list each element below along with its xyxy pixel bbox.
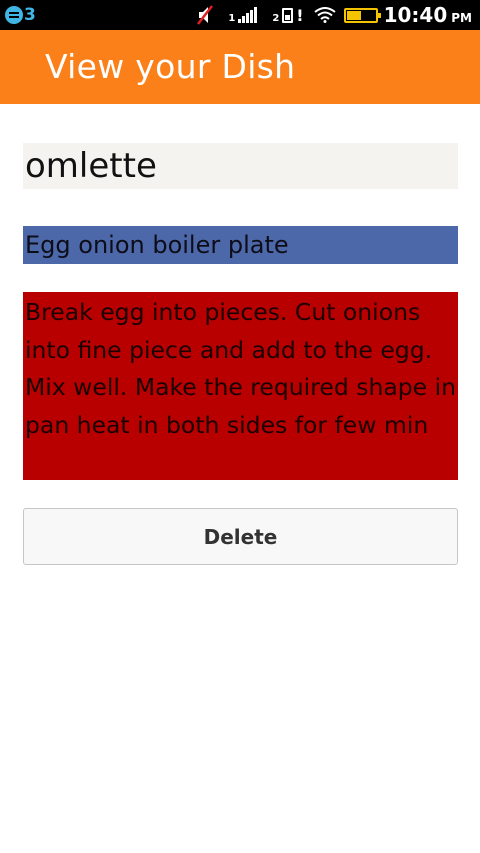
mute-icon bbox=[197, 5, 214, 25]
status-bar: 3 1 2 ! 10:40 PM bbox=[0, 0, 480, 30]
signal-icon bbox=[238, 7, 258, 23]
dish-name-field[interactable]: omlette bbox=[23, 143, 458, 189]
delete-button[interactable]: Delete bbox=[23, 508, 458, 565]
notification-indicator[interactable]: 3 bbox=[5, 5, 36, 25]
sim1-label: 1 bbox=[228, 12, 236, 24]
notification-icon bbox=[5, 6, 23, 24]
dish-ingredients-field[interactable]: Egg onion boiler plate bbox=[23, 226, 458, 264]
sim2-label: 2 bbox=[272, 12, 280, 24]
page-title: View your Dish bbox=[45, 47, 296, 86]
clock: 10:40 bbox=[383, 3, 448, 27]
clock-ampm: PM bbox=[451, 10, 472, 25]
notification-count: 3 bbox=[24, 5, 36, 25]
status-icons: 1 2 ! 10:40 PM bbox=[196, 0, 472, 30]
battery-icon bbox=[343, 7, 381, 23]
wifi-icon bbox=[313, 7, 336, 23]
sim-alert: ! bbox=[296, 5, 304, 25]
dish-instructions-field[interactable]: Break egg into pieces. Cut onions into f… bbox=[23, 292, 458, 480]
sim-icon bbox=[282, 7, 294, 23]
app-header: View your Dish bbox=[0, 30, 480, 104]
